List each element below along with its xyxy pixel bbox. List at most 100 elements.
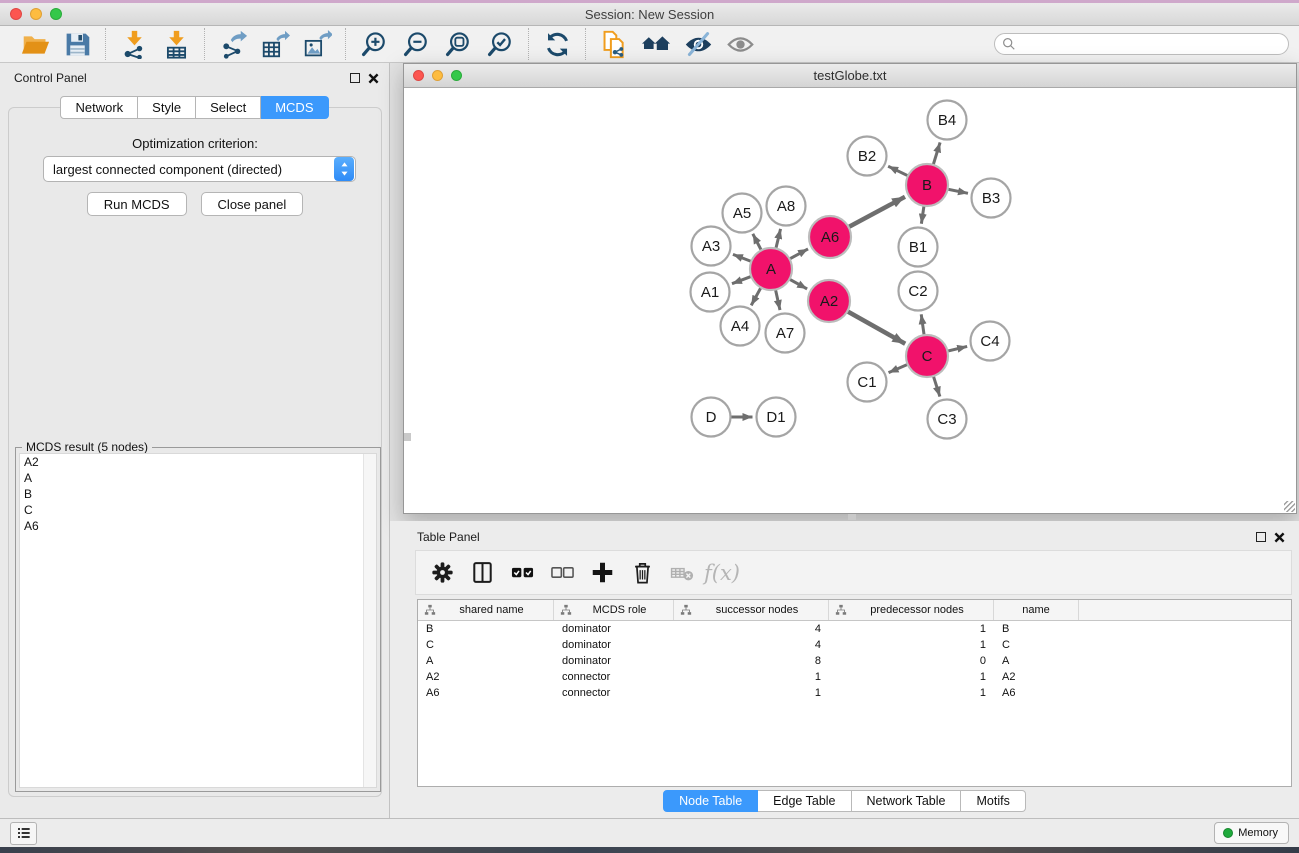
result-item[interactable]: A6: [20, 518, 376, 534]
network-graph[interactable]: A A1 A2 A3 A4 A5 A6 A7 A8 B B1 B2 B3B4 C C1 C2 C3C4 D D1: [404, 88, 1296, 513]
node-A3[interactable]: A3: [692, 227, 731, 266]
task-history-button[interactable]: [10, 822, 37, 845]
column-header-shared-name[interactable]: shared name: [418, 600, 554, 620]
result-scrollbar[interactable]: [363, 454, 376, 787]
tab-edge-table[interactable]: Edge Table: [758, 790, 851, 812]
eye-slash-icon[interactable]: [677, 28, 719, 60]
float-panel-icon[interactable]: [350, 73, 360, 83]
node-C1[interactable]: C1: [848, 363, 887, 402]
node-D[interactable]: D: [692, 398, 731, 437]
add-row-icon[interactable]: [584, 556, 620, 590]
clone-network-icon[interactable]: [593, 28, 635, 60]
node-B4[interactable]: B4: [928, 101, 967, 140]
zoom-fit-icon[interactable]: [437, 28, 479, 60]
refresh-icon[interactable]: [536, 28, 578, 60]
tab-network-table[interactable]: Network Table: [852, 790, 962, 812]
close-panel-icon[interactable]: [368, 73, 379, 84]
table-close-panel-icon[interactable]: [1274, 532, 1285, 543]
node-A[interactable]: A: [750, 248, 792, 290]
app-titlebar[interactable]: Session: New Session: [0, 3, 1299, 26]
network-window-titlebar[interactable]: testGlobe.txt: [404, 64, 1296, 88]
node-C3[interactable]: C3: [928, 400, 967, 439]
mcds-result-group: MCDS result (5 nodes) A2ABCA6: [15, 447, 381, 792]
result-item[interactable]: B: [20, 486, 376, 502]
window-resize-grip[interactable]: [1284, 501, 1295, 512]
memory-button[interactable]: Memory: [1214, 822, 1289, 844]
network-canvas[interactable]: A A1 A2 A3 A4 A5 A6 A7 A8 B B1 B2 B3B4 C C1 C2 C3C4 D D1: [404, 88, 1296, 513]
settings-gear-icon[interactable]: [424, 556, 460, 590]
criterion-dropdown[interactable]: largest connected component (directed): [43, 156, 356, 182]
node-A5[interactable]: A5: [723, 194, 762, 233]
search-input[interactable]: [994, 33, 1289, 55]
table-row[interactable]: Bdominator41B: [418, 621, 1291, 637]
delete-row-icon[interactable]: [624, 556, 660, 590]
zoom-selected-icon[interactable]: [479, 28, 521, 60]
svg-text:A8: A8: [777, 198, 795, 215]
node-A6[interactable]: A6: [809, 216, 851, 258]
result-item[interactable]: A2: [20, 454, 376, 470]
tab-network[interactable]: Network: [60, 96, 138, 119]
status-bar: Memory: [0, 818, 1299, 847]
table-panel: Table Panel f(x) shared nameMCDS rolesuc…: [390, 521, 1299, 818]
node-C2[interactable]: C2: [899, 272, 938, 311]
double-home-icon[interactable]: [635, 28, 677, 60]
run-mcds-button[interactable]: Run MCDS: [87, 192, 187, 216]
table-row[interactable]: A6connector11A6: [418, 685, 1291, 701]
node-B3[interactable]: B3: [972, 179, 1011, 218]
main-area: Control Panel NetworkStyleSelectMCDS Opt…: [0, 63, 1299, 818]
result-item[interactable]: A: [20, 470, 376, 486]
open-session-icon[interactable]: [14, 28, 56, 60]
import-network-icon[interactable]: [113, 28, 155, 60]
tab-motifs[interactable]: Motifs: [961, 790, 1025, 812]
result-item[interactable]: C: [20, 502, 376, 518]
zoom-out-icon[interactable]: [395, 28, 437, 60]
node-table-header: shared nameMCDS rolesuccessor nodesprede…: [418, 600, 1291, 621]
zoom-in-icon[interactable]: [353, 28, 395, 60]
node-A1[interactable]: A1: [691, 273, 730, 312]
table-float-panel-icon[interactable]: [1256, 532, 1266, 542]
column-header-predecessor-nodes[interactable]: predecessor nodes: [829, 600, 994, 620]
node-D1[interactable]: D1: [757, 398, 796, 437]
column-header-name[interactable]: name: [994, 600, 1079, 620]
node-A4[interactable]: A4: [721, 307, 760, 346]
select-all-icon[interactable]: [504, 556, 540, 590]
close-panel-button[interactable]: Close panel: [201, 192, 304, 216]
column-layout-icon[interactable]: [464, 556, 500, 590]
export-image-icon[interactable]: [296, 28, 338, 60]
table-row[interactable]: A2connector11A2: [418, 669, 1291, 685]
node-B1[interactable]: B1: [899, 228, 938, 267]
export-network-icon[interactable]: [212, 28, 254, 60]
deselect-all-icon[interactable]: [544, 556, 580, 590]
table-cell: 1: [829, 623, 994, 635]
column-header-successor-nodes[interactable]: successor nodes: [674, 600, 829, 620]
svg-text:A6: A6: [821, 229, 839, 246]
network-window-title: testGlobe.txt: [404, 68, 1296, 83]
table-cell: 0: [829, 655, 994, 667]
mcds-result-items: A2ABCA6: [20, 454, 376, 534]
tab-style[interactable]: Style: [138, 96, 196, 119]
column-type-icon: [424, 604, 436, 616]
toolbar-separator: [528, 28, 529, 60]
canvas-scroll-nub-bottom: [848, 514, 856, 520]
column-header-MCDS-role[interactable]: MCDS role: [554, 600, 674, 620]
save-session-icon[interactable]: [56, 28, 98, 60]
tab-select[interactable]: Select: [196, 96, 261, 119]
eye-icon[interactable]: [719, 28, 761, 60]
table-row[interactable]: Cdominator41C: [418, 637, 1291, 653]
node-A8[interactable]: A8: [767, 187, 806, 226]
mcds-result-list[interactable]: A2ABCA6: [19, 453, 377, 788]
tab-mcds[interactable]: MCDS: [261, 96, 328, 119]
node-table[interactable]: shared nameMCDS rolesuccessor nodesprede…: [417, 599, 1292, 787]
node-B2[interactable]: B2: [848, 137, 887, 176]
node-A2[interactable]: A2: [808, 280, 850, 322]
main-toolbar: [0, 26, 1299, 63]
tab-node-table[interactable]: Node Table: [663, 790, 758, 812]
node-C4[interactable]: C4: [971, 322, 1010, 361]
node-B[interactable]: B: [906, 164, 948, 206]
table-row[interactable]: Adominator80A: [418, 653, 1291, 669]
import-table-icon[interactable]: [155, 28, 197, 60]
node-C[interactable]: C: [906, 335, 948, 377]
dropdown-stepper-icon: [334, 157, 354, 181]
node-A7[interactable]: A7: [766, 314, 805, 353]
export-table-icon[interactable]: [254, 28, 296, 60]
